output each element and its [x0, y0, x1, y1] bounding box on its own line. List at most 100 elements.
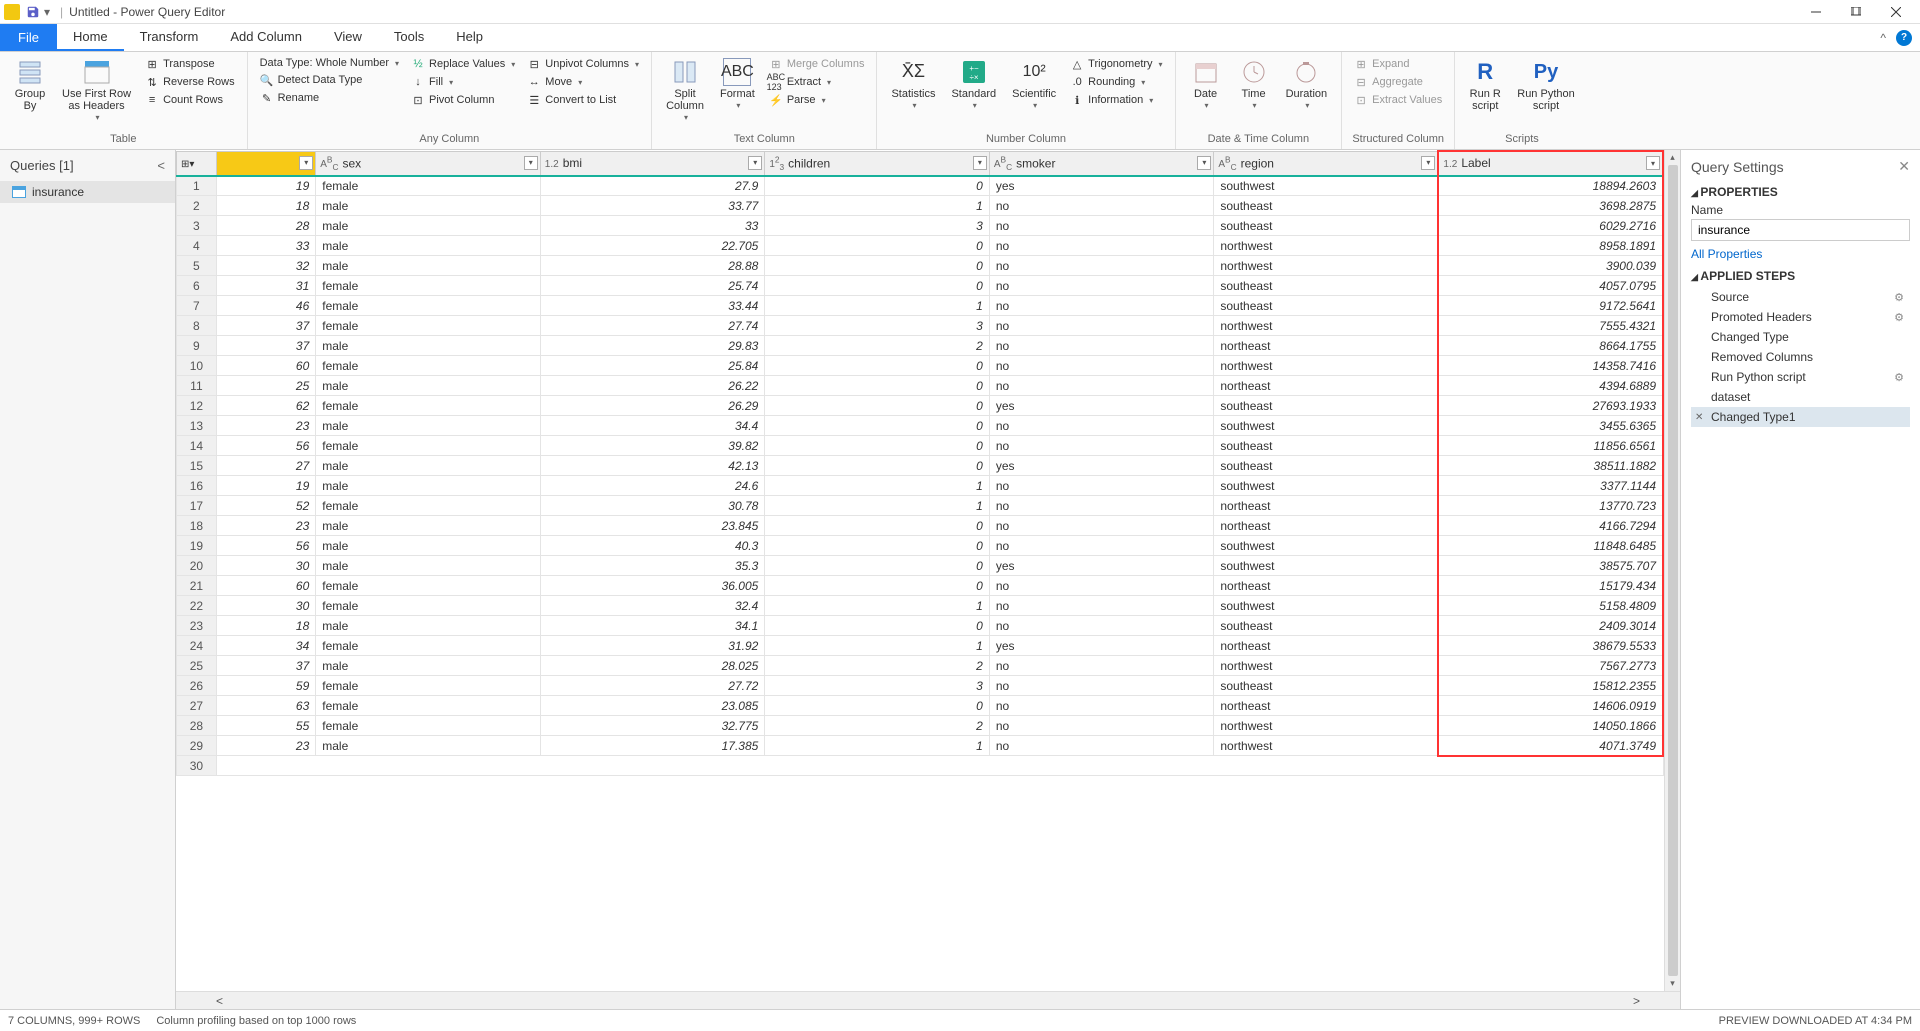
- rename-button[interactable]: ✎Rename: [256, 90, 403, 106]
- applied-step[interactable]: dataset: [1691, 387, 1910, 407]
- cell-label[interactable]: 4057.0795: [1438, 276, 1663, 296]
- cell-region[interactable]: northeast: [1214, 576, 1439, 596]
- help-icon[interactable]: ?: [1896, 30, 1912, 46]
- cell-age[interactable]: 55: [216, 716, 315, 736]
- tab-help[interactable]: Help: [440, 24, 499, 51]
- cell-region[interactable]: southwest: [1214, 596, 1439, 616]
- cell-sex[interactable]: female: [316, 356, 541, 376]
- table-row[interactable]: 1956male40.30nosouthwest11848.6485: [177, 536, 1664, 556]
- table-row[interactable]: 2537male28.0252nonorthwest7567.2773: [177, 656, 1664, 676]
- table-row[interactable]: 2855female32.7752nonorthwest14050.1866: [177, 716, 1664, 736]
- cell-age[interactable]: 52: [216, 496, 315, 516]
- cell-age[interactable]: 18: [216, 196, 315, 216]
- cell-children[interactable]: 0: [765, 516, 990, 536]
- cell-label[interactable]: 2409.3014: [1438, 616, 1663, 636]
- cell-smoker[interactable]: yes: [989, 636, 1214, 656]
- format-button[interactable]: ABCFormat▾: [714, 56, 761, 113]
- cell-smoker[interactable]: no: [989, 416, 1214, 436]
- cell-smoker[interactable]: yes: [989, 396, 1214, 416]
- cell-region[interactable]: northwest: [1214, 356, 1439, 376]
- cell-age[interactable]: 31: [216, 276, 315, 296]
- row-number[interactable]: 12: [177, 396, 217, 416]
- cell-region[interactable]: southeast: [1214, 196, 1439, 216]
- gear-icon[interactable]: ⚙: [1894, 311, 1904, 324]
- cell-bmi[interactable]: 27.74: [540, 316, 765, 336]
- table-row[interactable]: 937male29.832nonortheast8664.1755: [177, 336, 1664, 356]
- cell-age[interactable]: 23: [216, 516, 315, 536]
- cell-smoker[interactable]: no: [989, 256, 1214, 276]
- cell-label[interactable]: 9172.5641: [1438, 296, 1663, 316]
- table-row[interactable]: 1323male34.40nosouthwest3455.6365: [177, 416, 1664, 436]
- cell-label[interactable]: 11848.6485: [1438, 536, 1663, 556]
- cell-region[interactable]: northwest: [1214, 256, 1439, 276]
- cell-label[interactable]: 8664.1755: [1438, 336, 1663, 356]
- row-number[interactable]: 28: [177, 716, 217, 736]
- run-python-button[interactable]: PyRun Python script: [1511, 56, 1580, 114]
- table-row[interactable]: 837female27.743nonorthwest7555.4321: [177, 316, 1664, 336]
- statistics-button[interactable]: X̄ΣStatistics▾: [885, 56, 941, 113]
- count-rows-button[interactable]: ≡Count Rows: [141, 92, 239, 108]
- filter-dropdown-icon[interactable]: ▾: [973, 156, 987, 170]
- collapse-ribbon-icon[interactable]: ^: [1880, 31, 1886, 45]
- cell-sex[interactable]: female: [316, 696, 541, 716]
- cell-bmi[interactable]: 42.13: [540, 456, 765, 476]
- cell-age[interactable]: 27: [216, 456, 315, 476]
- cell-label[interactable]: 38679.5533: [1438, 636, 1663, 656]
- cell-bmi[interactable]: 25.84: [540, 356, 765, 376]
- cell-children[interactable]: 1: [765, 296, 990, 316]
- cell-sex[interactable]: female: [316, 436, 541, 456]
- cell-smoker[interactable]: no: [989, 296, 1214, 316]
- cell-age[interactable]: 37: [216, 316, 315, 336]
- cell-region[interactable]: northwest: [1214, 736, 1439, 756]
- cell-region[interactable]: southeast: [1214, 276, 1439, 296]
- table-row[interactable]: 433male22.7050nonorthwest8958.1891: [177, 236, 1664, 256]
- cell-region[interactable]: northwest: [1214, 656, 1439, 676]
- cell-smoker[interactable]: no: [989, 716, 1214, 736]
- move-button[interactable]: ↔Move▾: [523, 74, 643, 90]
- cell-sex[interactable]: male: [316, 336, 541, 356]
- cell-region[interactable]: southeast: [1214, 616, 1439, 636]
- cell-bmi[interactable]: 31.92: [540, 636, 765, 656]
- filter-dropdown-icon[interactable]: ▾: [1646, 156, 1660, 170]
- cell-age[interactable]: 62: [216, 396, 315, 416]
- cell-label[interactable]: 38575.707: [1438, 556, 1663, 576]
- cell-region[interactable]: northeast: [1214, 496, 1439, 516]
- cell-age[interactable]: 46: [216, 296, 315, 316]
- row-number[interactable]: 17: [177, 496, 217, 516]
- parse-button[interactable]: ⚡Parse▾: [765, 92, 869, 108]
- cell-smoker[interactable]: no: [989, 676, 1214, 696]
- cell-region[interactable]: northwest: [1214, 716, 1439, 736]
- cell-bmi[interactable]: 26.29: [540, 396, 765, 416]
- column-header-bmi[interactable]: 1.2bmi▾: [540, 151, 765, 176]
- cell-age[interactable]: 60: [216, 356, 315, 376]
- cell-smoker[interactable]: yes: [989, 556, 1214, 576]
- cell-sex[interactable]: male: [316, 736, 541, 756]
- cell-region[interactable]: northeast: [1214, 696, 1439, 716]
- cell-sex[interactable]: male: [316, 216, 541, 236]
- filter-dropdown-icon[interactable]: ▾: [1421, 156, 1435, 170]
- cell-sex[interactable]: male: [316, 456, 541, 476]
- cell-smoker[interactable]: no: [989, 476, 1214, 496]
- cell-children[interactable]: 0: [765, 176, 990, 196]
- cell-children[interactable]: 0: [765, 576, 990, 596]
- row-number[interactable]: 19: [177, 536, 217, 556]
- cell-children[interactable]: 0: [765, 256, 990, 276]
- row-number[interactable]: 4: [177, 236, 217, 256]
- cell-region[interactable]: southeast: [1214, 396, 1439, 416]
- table-row[interactable]: 1060female25.840nonorthwest14358.7416: [177, 356, 1664, 376]
- table-row[interactable]: 1125male26.220nonortheast4394.6889: [177, 376, 1664, 396]
- cell-smoker[interactable]: no: [989, 536, 1214, 556]
- cell-smoker[interactable]: no: [989, 436, 1214, 456]
- table-row[interactable]: 218male33.771nosoutheast3698.2875: [177, 196, 1664, 216]
- cell-region[interactable]: southwest: [1214, 476, 1439, 496]
- query-name-input[interactable]: [1691, 219, 1910, 241]
- cell-label[interactable]: 8958.1891: [1438, 236, 1663, 256]
- cell-bmi[interactable]: 26.22: [540, 376, 765, 396]
- merge-columns-button[interactable]: ⊞Merge Columns: [765, 56, 869, 72]
- group-by-button[interactable]: Group By: [8, 56, 52, 114]
- column-header-region[interactable]: ABCregion▾: [1214, 151, 1439, 176]
- table-row[interactable]: 631female25.740nosoutheast4057.0795: [177, 276, 1664, 296]
- cell-bmi[interactable]: 23.845: [540, 516, 765, 536]
- cell-region[interactable]: southwest: [1214, 176, 1439, 196]
- table-row[interactable]: 119female27.90yessouthwest18894.2603: [177, 176, 1664, 196]
